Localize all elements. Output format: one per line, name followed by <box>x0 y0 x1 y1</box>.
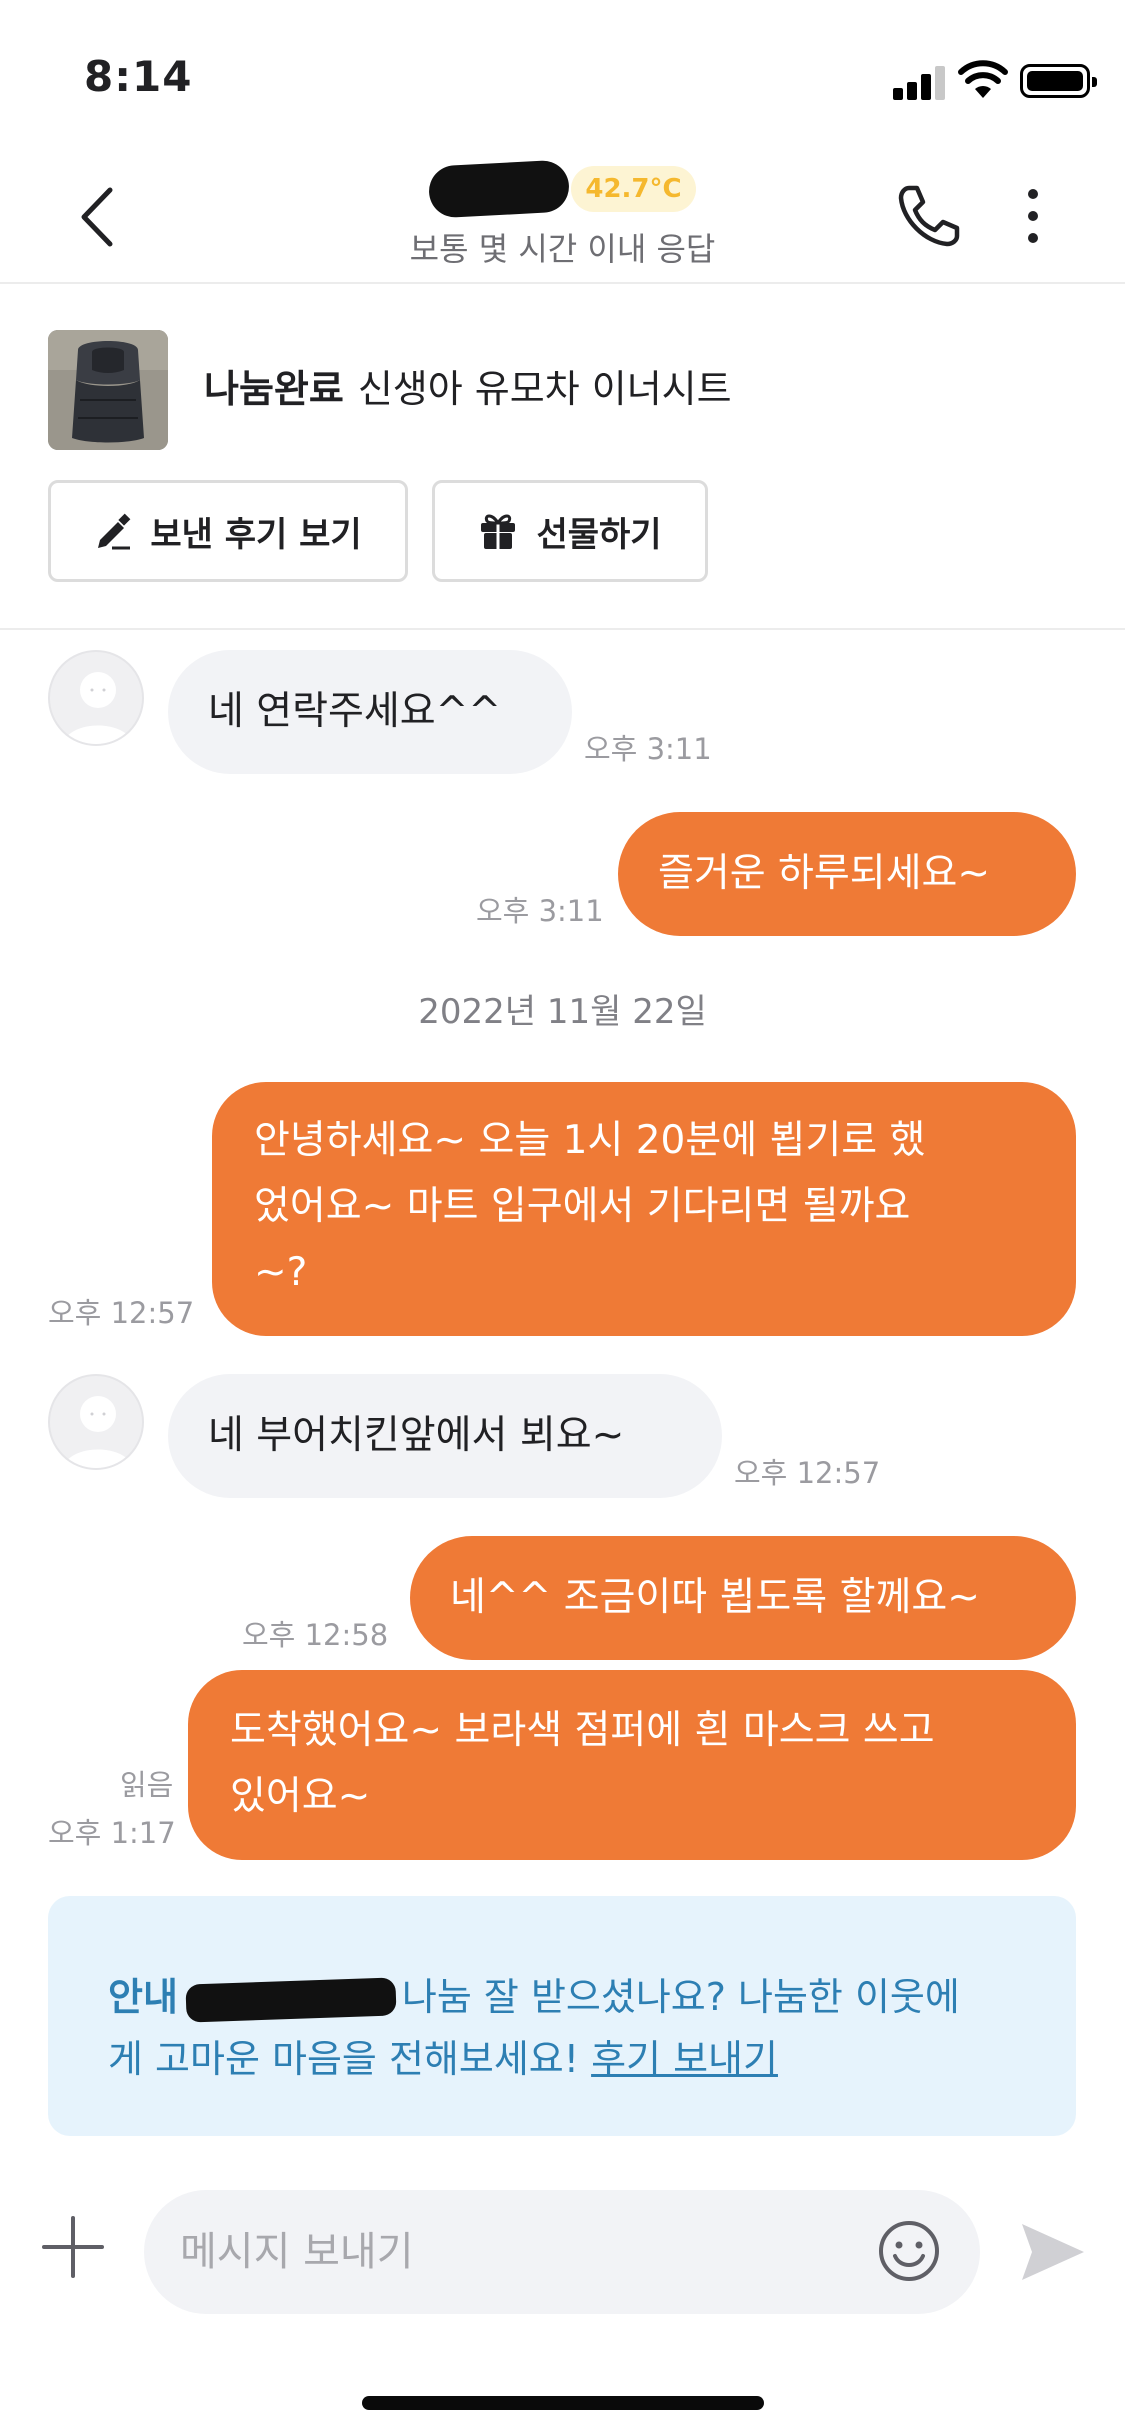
message-input[interactable] <box>144 2190 980 2314</box>
message-time: 오후 1:17 <box>48 1816 176 1850</box>
product-name: 신생아 유모차 이너시트 <box>357 367 732 411</box>
gift-button-label: 선물하기 <box>536 514 662 555</box>
message-time: 오후 12:57 <box>48 1296 195 1330</box>
notice-text-line2: 게 고마운 마음을 전해보세요! <box>108 2037 592 2081</box>
message-line: 었어요~ 마트 입구에서 기다리면 될까요 <box>254 1184 911 1229</box>
view-sent-review-label: 보낸 후기 보기 <box>150 514 362 555</box>
notice-label: 안내 <box>108 1975 178 2019</box>
message-time: 오후 3:11 <box>476 894 604 928</box>
message-bubble-outgoing[interactable]: 안녕하세요~ 오늘 1시 20분에 뵙기로 했 었어요~ 마트 입구에서 기다리… <box>212 1082 1076 1336</box>
status-time: 8:14 <box>84 52 193 101</box>
status-bar: 8:14 <box>0 0 1125 140</box>
notice-text-line1: 나눔 잘 받으셨나요? 나눔한 이웃에 <box>401 1975 960 2019</box>
message-bubble-outgoing[interactable]: 즐거운 하루되세요~ <box>618 812 1076 936</box>
message-line: ~? <box>254 1250 308 1295</box>
view-sent-review-button[interactable]: 보낸 후기 보기 <box>48 480 408 582</box>
message-line: 있어요~ <box>230 1774 371 1819</box>
message-input-bar <box>0 2180 1125 2330</box>
gift-button[interactable]: 선물하기 <box>432 480 708 582</box>
review-notice: 안내 나눔 잘 받으셨나요? 나눔한 이웃에 게 고마운 마음을 전해보세요! 후… <box>48 1896 1076 2136</box>
redacted-username <box>428 159 571 219</box>
date-separator: 2022년 11월 22일 <box>418 992 707 1032</box>
message-bubble-outgoing[interactable]: 네^^ 조금이따 뵙도록 할께요~ <box>410 1536 1076 1660</box>
plus-icon[interactable] <box>40 2214 106 2280</box>
product-section: 나눔완료 신생아 유모차 이너시트 보낸 후기 보기 선물하기 <box>0 286 1125 630</box>
message-time: 오후 12:57 <box>734 1456 881 1490</box>
message-bubble-incoming[interactable]: 네 연락주세요^^ <box>168 650 572 774</box>
message-bubble-incoming[interactable]: 네 부어치킨앞에서 뵈요~ <box>168 1374 722 1498</box>
more-options-icon[interactable] <box>1018 184 1048 248</box>
gift-icon <box>481 514 516 549</box>
signal-icon <box>893 66 945 100</box>
back-button[interactable] <box>70 182 130 252</box>
redacted-name <box>185 1976 397 2023</box>
wifi-icon <box>958 60 1008 98</box>
response-time-text: 보통 몇 시간 이내 응답 <box>409 230 716 268</box>
avatar[interactable] <box>48 650 144 746</box>
send-review-link[interactable]: 후기 보내기 <box>591 2037 778 2081</box>
send-icon[interactable] <box>1016 2216 1088 2288</box>
header-user-info[interactable]: 42.7°C 보통 몇 시간 이내 응답 <box>300 159 825 270</box>
product-title[interactable]: 나눔완료 신생아 유모차 이너시트 <box>204 358 732 413</box>
product-status: 나눔완료 <box>204 367 344 411</box>
home-indicator <box>362 2396 764 2410</box>
manner-temperature-badge: 42.7°C <box>571 166 696 212</box>
message-line: 안녕하세요~ 오늘 1시 20분에 뵙기로 했 <box>254 1118 926 1163</box>
emoji-icon[interactable] <box>876 2218 942 2284</box>
message-line: 도착했어요~ 보라색 점퍼에 흰 마스크 쓰고 <box>230 1708 935 1753</box>
message-time: 오후 3:11 <box>584 732 712 766</box>
read-status: 읽음 <box>120 1768 174 1802</box>
pencil-icon <box>98 513 131 550</box>
product-thumbnail[interactable] <box>48 330 168 450</box>
battery-icon <box>1020 64 1097 98</box>
chat-header: 42.7°C 보통 몇 시간 이내 응답 <box>0 140 1125 284</box>
message-bubble-outgoing[interactable]: 도착했어요~ 보라색 점퍼에 흰 마스크 쓰고 있어요~ <box>188 1670 1076 1860</box>
phone-icon[interactable] <box>895 180 965 250</box>
avatar[interactable] <box>48 1374 144 1470</box>
message-time: 오후 12:58 <box>242 1618 389 1652</box>
